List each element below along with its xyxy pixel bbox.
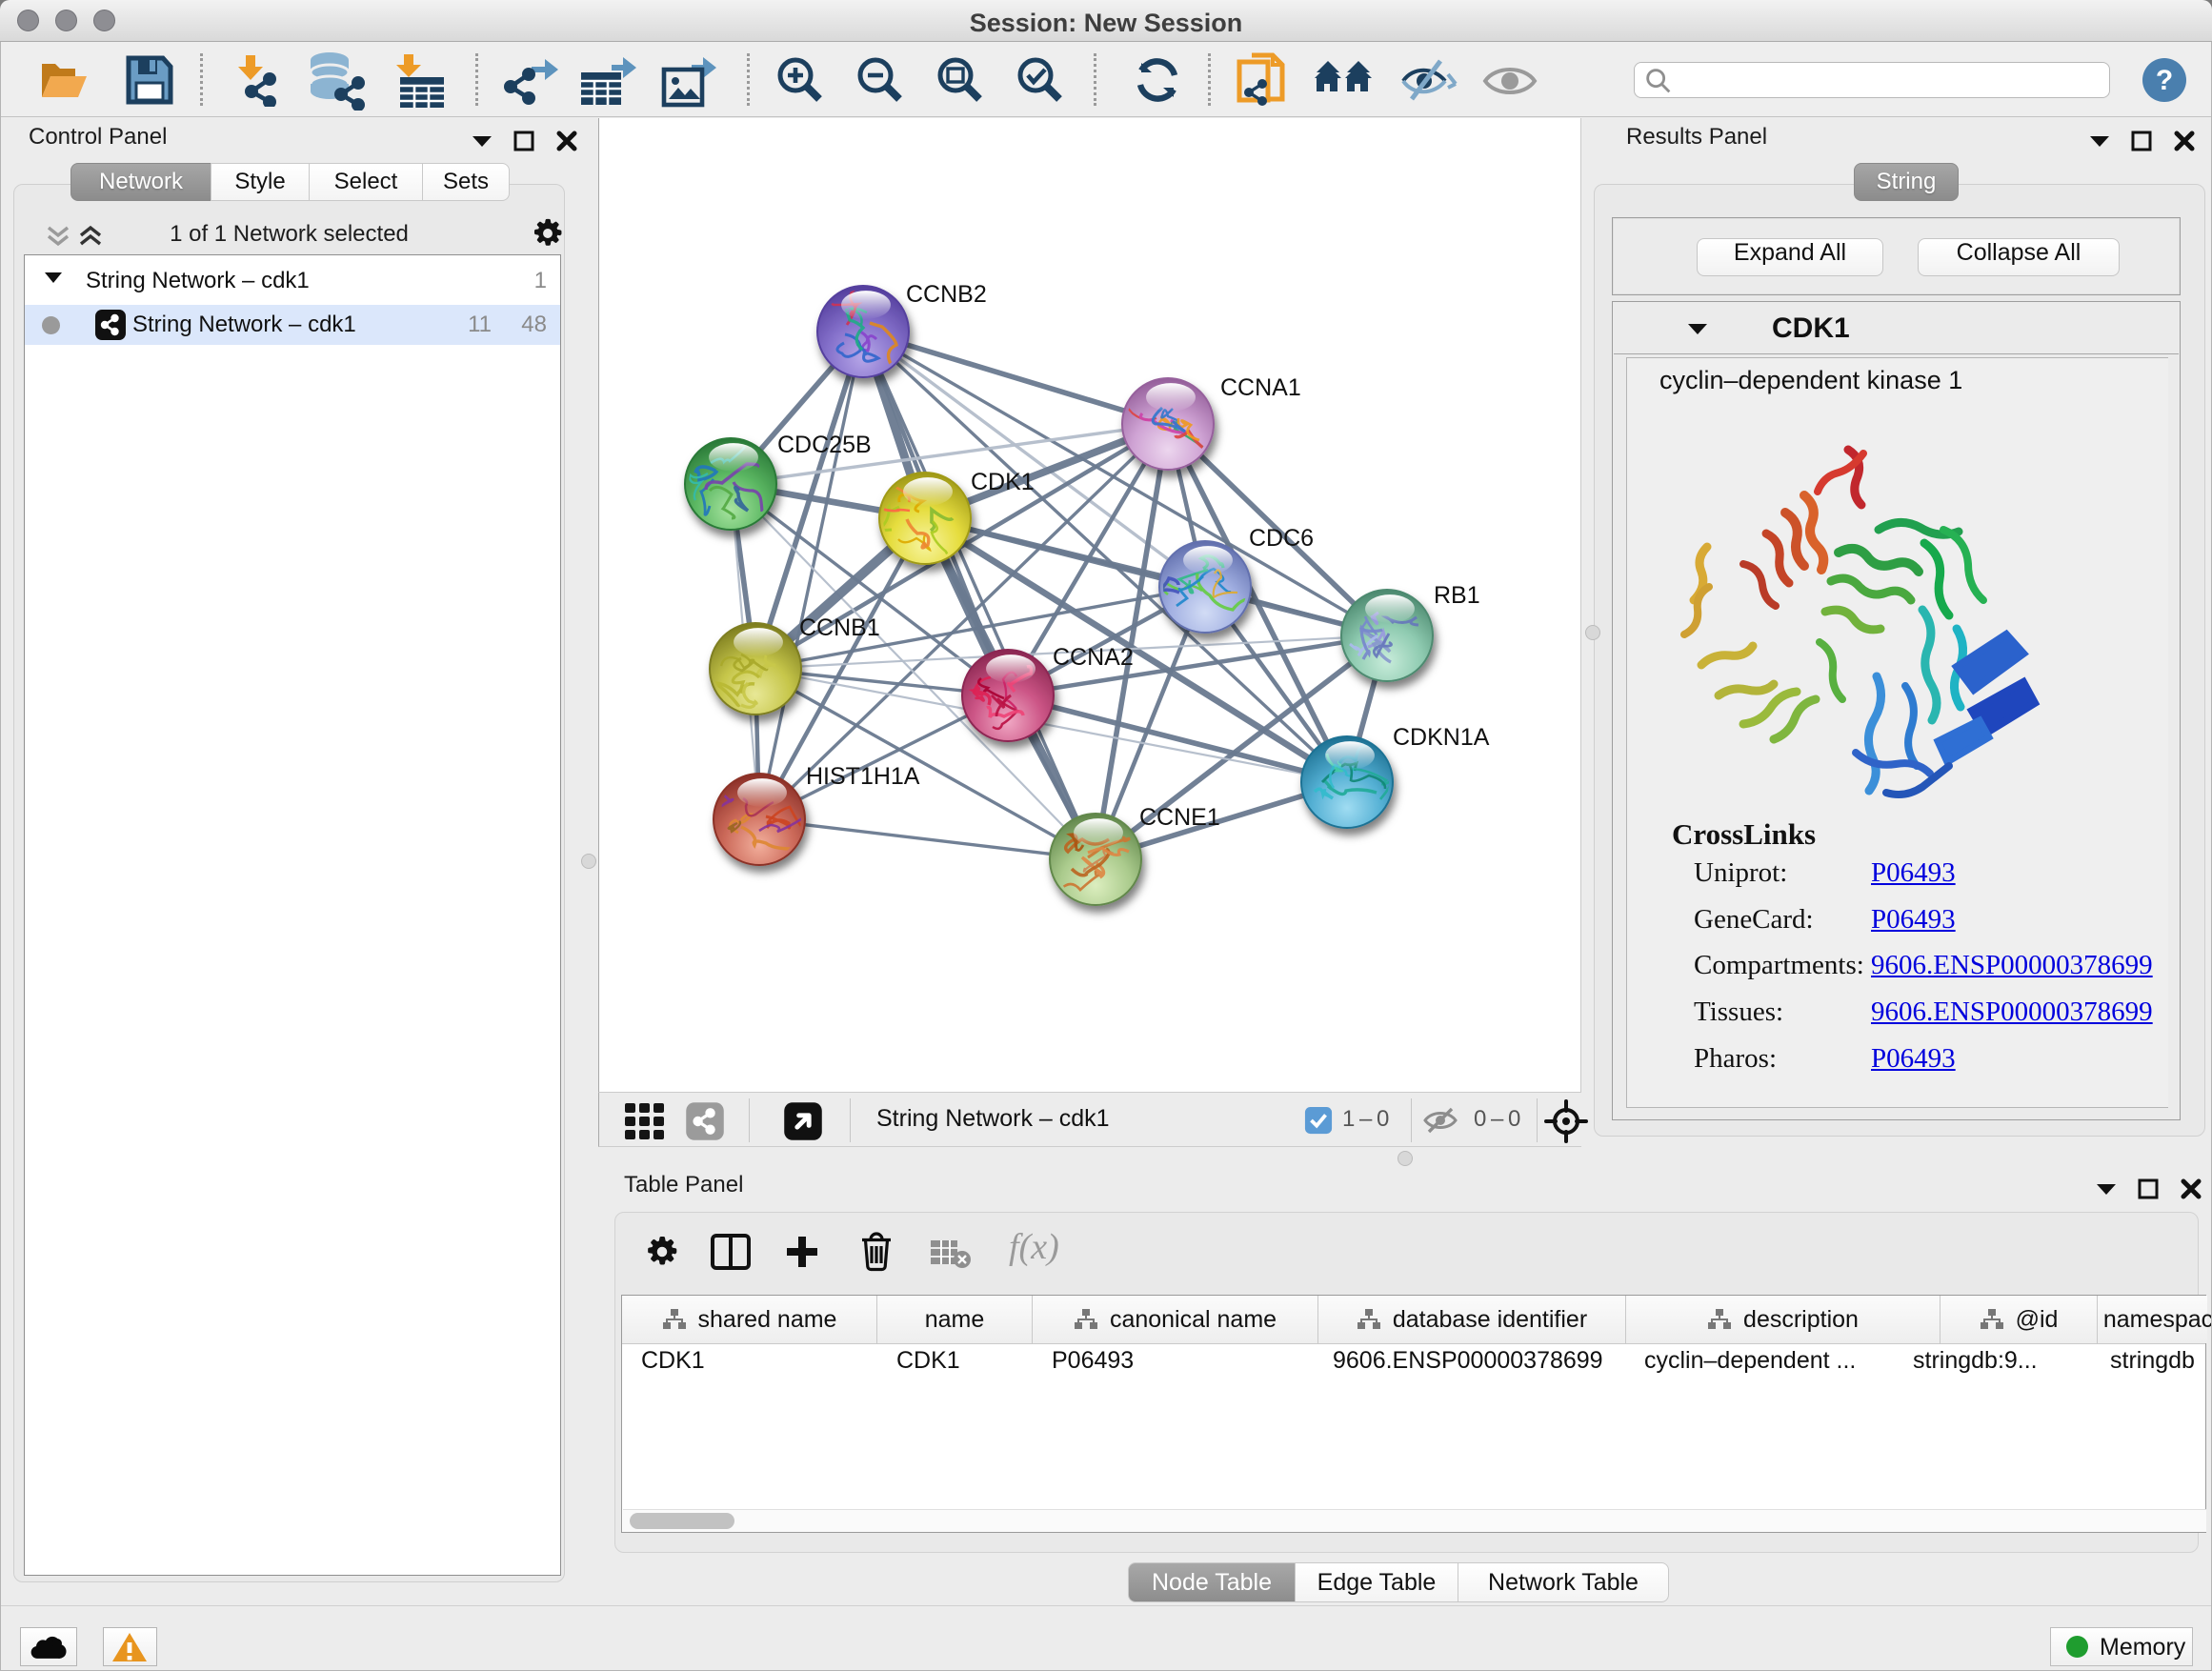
svg-text:CDC25B: CDC25B <box>777 432 872 458</box>
svg-text:CCNA1: CCNA1 <box>1220 374 1301 401</box>
svg-text:HIST1H1A: HIST1H1A <box>806 763 920 790</box>
svg-text:?: ? <box>2156 65 2173 96</box>
svg-text:CCNB1: CCNB1 <box>799 614 880 641</box>
svg-text:CDC6: CDC6 <box>1249 525 1314 552</box>
svg-text:CDKN1A: CDKN1A <box>1393 724 1490 751</box>
svg-text:CCNB2: CCNB2 <box>906 281 987 308</box>
svg-text:CCNA2: CCNA2 <box>1053 644 1134 671</box>
svg-text:CDK1: CDK1 <box>971 469 1035 495</box>
svg-text:RB1: RB1 <box>1434 582 1480 609</box>
svg-text:CCNE1: CCNE1 <box>1139 804 1220 831</box>
